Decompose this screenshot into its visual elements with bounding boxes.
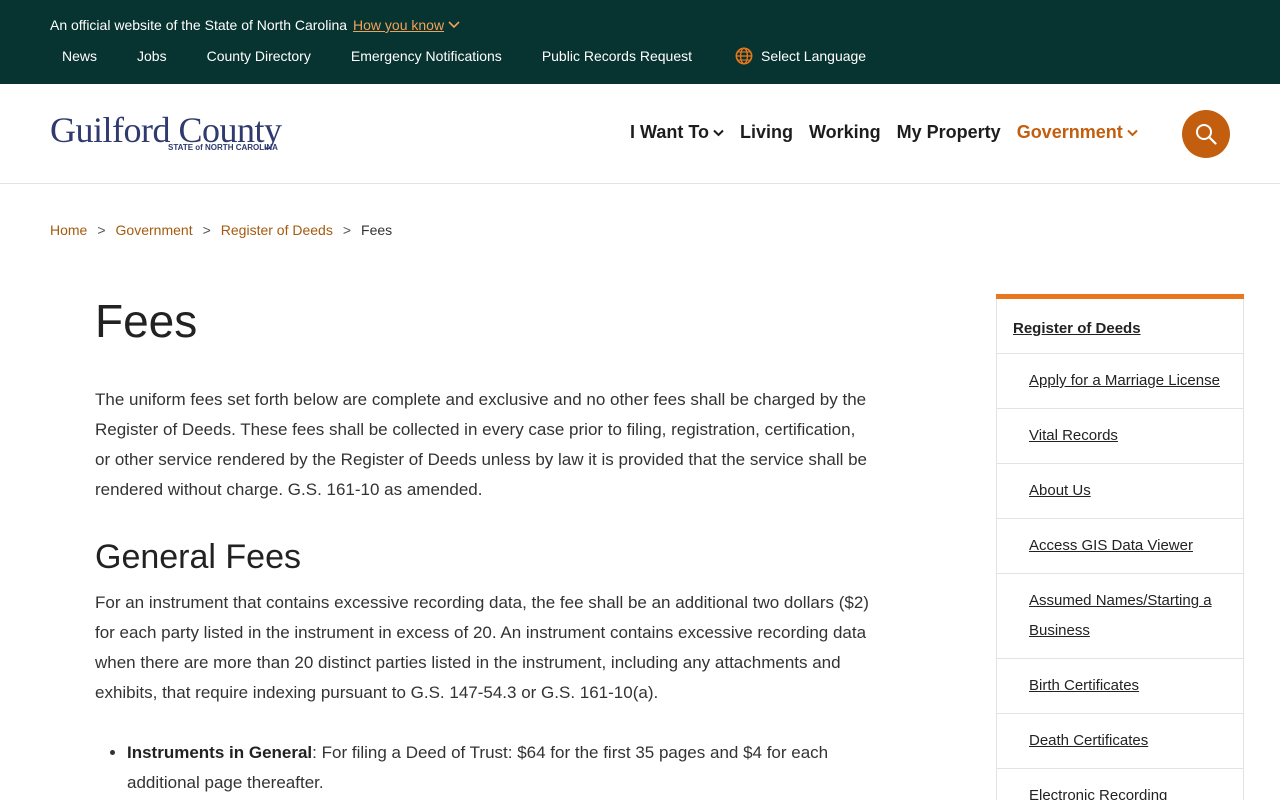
select-language[interactable]: Select Language bbox=[735, 47, 866, 65]
nav-i-want-to[interactable]: I Want To bbox=[630, 122, 724, 143]
breadcrumb-register-of-deeds[interactable]: Register of Deeds bbox=[221, 222, 333, 238]
sidebar-item: Assumed Names/Starting a Business bbox=[996, 574, 1244, 659]
main-nav: I Want To Living Working My Property Gov… bbox=[630, 122, 1154, 143]
sidebar-heading: Register of Deeds bbox=[996, 299, 1244, 354]
nav-working-label: Working bbox=[808, 122, 881, 142]
list-item-title: Instruments in General bbox=[127, 743, 313, 762]
nav-i-want-to-label: I Want To bbox=[630, 122, 709, 142]
official-banner: An official website of the State of Nort… bbox=[50, 17, 460, 33]
sidebar-link-marriage-license[interactable]: Apply for a Marriage License bbox=[1029, 372, 1220, 389]
how-you-know-label: How you know bbox=[353, 17, 445, 33]
globe-icon bbox=[735, 47, 753, 65]
util-link-county-directory[interactable]: County Directory bbox=[207, 48, 311, 64]
breadcrumb-current: Fees bbox=[361, 222, 393, 238]
sidebar-item: About Us bbox=[996, 464, 1244, 519]
chevron-down-icon bbox=[713, 129, 724, 136]
main-content: Fees The uniform fees set forth below ar… bbox=[95, 290, 875, 798]
official-text: An official website of the State of Nort… bbox=[50, 17, 348, 33]
breadcrumb: Home > Government > Register of Deeds > … bbox=[50, 222, 392, 238]
nav-my-property[interactable]: My Property bbox=[897, 122, 1001, 143]
search-button[interactable] bbox=[1182, 110, 1230, 158]
sidebar-item: Birth Certificates bbox=[996, 659, 1244, 714]
utility-bar: An official website of the State of Nort… bbox=[0, 0, 1280, 84]
nav-government[interactable]: Government bbox=[1017, 122, 1138, 143]
nav-government-label: Government bbox=[1016, 122, 1123, 142]
select-language-label: Select Language bbox=[761, 48, 867, 64]
nav-living-label: Living bbox=[739, 122, 793, 142]
intro-paragraph: The uniform fees set forth below are com… bbox=[95, 390, 868, 499]
sidebar-link-electronic-recording[interactable]: Electronic Recording bbox=[1029, 787, 1167, 800]
sidebar-link-assumed-names[interactable]: Assumed Names/Starting a Business bbox=[1029, 592, 1212, 639]
sidebar-link-about-us[interactable]: About Us bbox=[1029, 482, 1091, 499]
breadcrumb-separator: > bbox=[202, 222, 211, 238]
fee-list: Instruments in General: For filing a Dee… bbox=[95, 738, 875, 798]
sidebar-link-vital-records[interactable]: Vital Records bbox=[1029, 427, 1118, 444]
chevron-down-icon bbox=[1127, 129, 1138, 136]
sidebar-link-birth-certificates[interactable]: Birth Certificates bbox=[1029, 677, 1139, 694]
utility-nav: News Jobs County Directory Emergency Not… bbox=[62, 47, 866, 65]
site-header: Guilford County STATE of NORTH CAROLINA … bbox=[0, 84, 1280, 184]
sidebar-link-register-of-deeds[interactable]: Register of Deeds bbox=[1013, 320, 1141, 337]
logo-subtitle: STATE of NORTH CAROLINA bbox=[168, 143, 278, 152]
util-link-jobs[interactable]: Jobs bbox=[137, 48, 167, 64]
how-you-know-link[interactable]: How you know bbox=[353, 17, 460, 33]
nav-my-property-label: My Property bbox=[896, 122, 1001, 142]
sidebar-item: Death Certificates bbox=[996, 714, 1244, 769]
general-fees-paragraph: For an instrument that contains excessiv… bbox=[95, 593, 869, 702]
sidebar-item: Vital Records bbox=[996, 409, 1244, 464]
guilford-county-logo[interactable]: Guilford County STATE of NORTH CAROLINA bbox=[50, 112, 282, 152]
util-link-emergency-notifications[interactable]: Emergency Notifications bbox=[351, 48, 502, 64]
breadcrumb-separator: > bbox=[97, 222, 106, 238]
sidebar-link-gis-data-viewer[interactable]: Access GIS Data Viewer bbox=[1029, 537, 1193, 554]
breadcrumb-home[interactable]: Home bbox=[50, 222, 87, 238]
search-icon bbox=[1196, 124, 1217, 145]
page-title: Fees bbox=[95, 295, 198, 347]
util-link-news[interactable]: News bbox=[62, 48, 97, 64]
chevron-down-icon bbox=[448, 21, 460, 29]
util-link-public-records-request[interactable]: Public Records Request bbox=[542, 48, 692, 64]
nav-working[interactable]: Working bbox=[809, 122, 881, 143]
breadcrumb-separator: > bbox=[342, 222, 352, 238]
list-item: Instruments in General: For filing a Dee… bbox=[127, 738, 875, 798]
general-fees-heading: General Fees bbox=[95, 538, 301, 576]
nav-living[interactable]: Living bbox=[740, 122, 793, 143]
breadcrumb-government[interactable]: Government bbox=[116, 222, 193, 238]
sidebar-link-death-certificates[interactable]: Death Certificates bbox=[1029, 732, 1148, 749]
sidebar-item: Apply for a Marriage License bbox=[996, 354, 1244, 409]
section-sidebar: Register of Deeds Apply for a Marriage L… bbox=[996, 294, 1244, 800]
sidebar-item: Access GIS Data Viewer bbox=[996, 519, 1244, 574]
sidebar-item: Electronic Recording bbox=[996, 769, 1244, 800]
